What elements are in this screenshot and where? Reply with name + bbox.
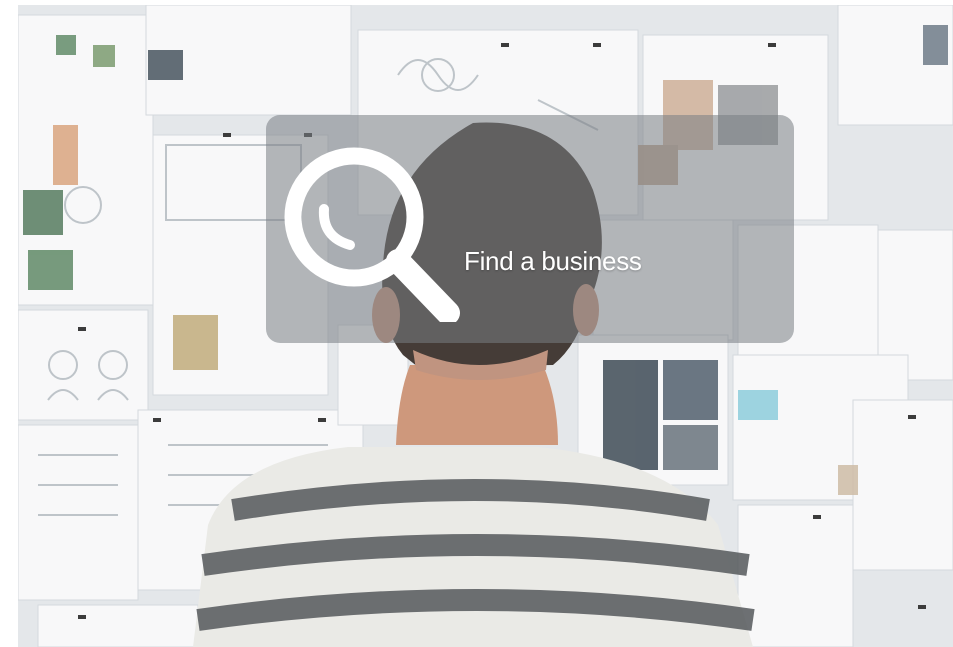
find-business-search-button[interactable]: Find a business	[266, 115, 794, 343]
magnifier-icon	[284, 147, 460, 322]
find-business-label: Find a business	[464, 246, 642, 276]
hero-banner: Find a business	[18, 5, 953, 647]
